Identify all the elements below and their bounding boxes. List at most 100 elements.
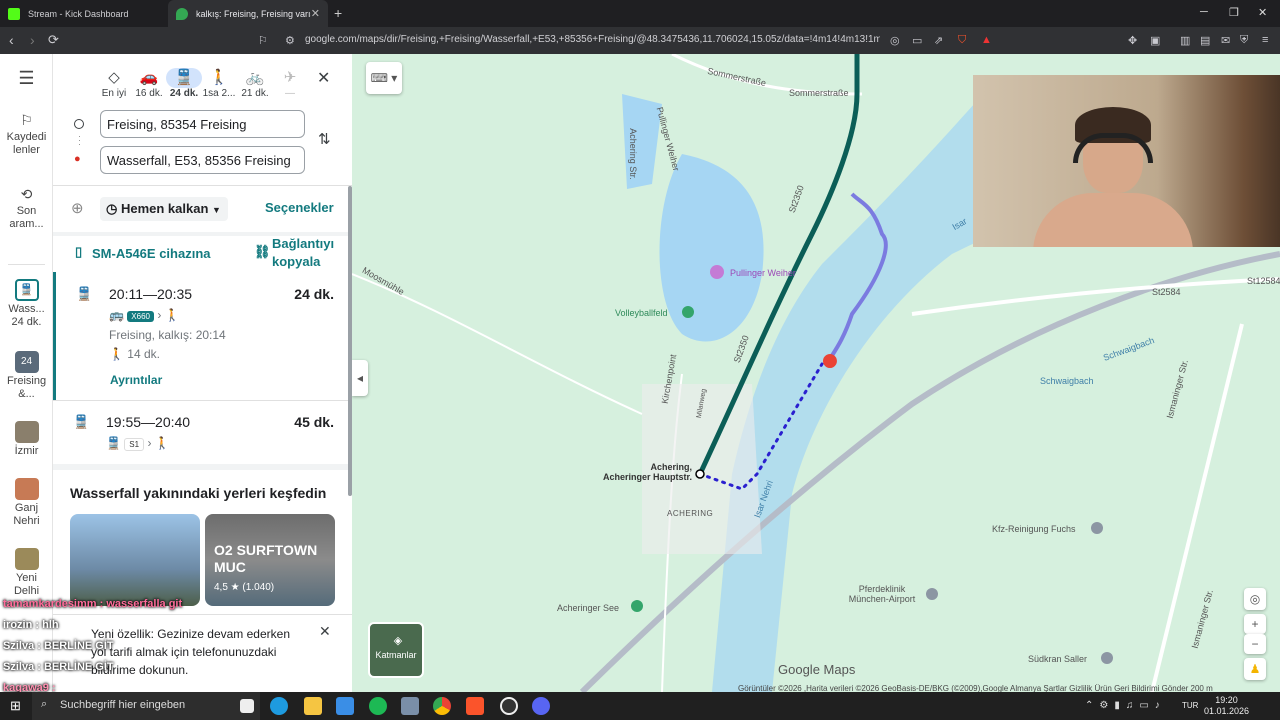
ganj-thumbnail xyxy=(14,478,39,500)
details-link[interactable]: Ayrıntılar xyxy=(110,373,162,387)
bookmark-icon[interactable]: ⚐ xyxy=(258,34,268,47)
divider xyxy=(53,464,352,470)
hamburger-menu-icon[interactable]: ☰ xyxy=(0,69,53,87)
close-window-icon[interactable]: ✕ xyxy=(1258,6,1267,19)
mode-driving[interactable]: 🚗 16 dk. xyxy=(131,68,167,99)
extensions-icon[interactable]: ✥ xyxy=(1128,34,1137,47)
mode-flight[interactable]: ✈ — xyxy=(272,68,308,99)
site-info-icon[interactable]: ⚙ xyxy=(285,34,295,47)
poi-see xyxy=(631,600,643,612)
feature-notice: Yeni özellik: Gezinize devam ederken yol… xyxy=(53,614,352,692)
mode-best[interactable]: ◇ En iyi xyxy=(96,68,132,99)
swap-icon[interactable]: ⇅ xyxy=(318,130,331,148)
route-option-2[interactable]: 🚆 19:55—20:40 45 dk. 🚆 S1 › 🚶 xyxy=(53,400,352,460)
layers-button[interactable]: ◈ Katmanlar xyxy=(368,622,424,678)
cast-icon[interactable]: ▭ xyxy=(912,34,922,47)
tab-kick-dashboard[interactable]: Stream - Kick Dashboard xyxy=(0,0,168,27)
windows-start-icon[interactable]: ⊞ xyxy=(10,698,21,714)
restore-icon[interactable]: ❐ xyxy=(1229,6,1239,19)
pegman-button[interactable]: ♟ xyxy=(1244,658,1266,680)
share-icon[interactable]: ⇗ xyxy=(934,34,943,47)
mode-walking[interactable]: 🚶 1sa 2... xyxy=(201,68,237,99)
brave-rewards-icon[interactable]: ▲ xyxy=(981,34,992,46)
collapse-panel-button[interactable]: ◂ xyxy=(352,360,368,396)
address-bar: ‹ › ⟳ ⚐ ⚙ google.com/maps/dir/Freising,+… xyxy=(0,27,1280,54)
map-label: Südkran Saller xyxy=(1028,654,1088,664)
tab-search-icon[interactable]: ▣ xyxy=(1150,34,1160,47)
close-notice-icon[interactable]: ✕ xyxy=(319,623,331,640)
calculator-icon[interactable] xyxy=(401,697,419,715)
mode-transit[interactable]: 🚆 24 dk. xyxy=(166,68,202,99)
rail-item-wasserfall[interactable]: 🚆 Wass... 24 dk. xyxy=(0,279,53,329)
language-indicator[interactable]: TUR xyxy=(1182,701,1198,710)
origin-stop-marker xyxy=(695,469,705,479)
file-explorer-icon[interactable] xyxy=(304,697,322,715)
copy-link-button[interactable]: Bağlantıyı xyxy=(272,236,334,251)
travel-mode-bar: ◇ En iyi 🚗 16 dk. 🚆 24 dk. 🚶 1sa 2... 🚲 … xyxy=(53,54,352,106)
shield-icon[interactable]: ⛨ xyxy=(1240,34,1248,47)
copy-link-button-line2[interactable]: kopyala xyxy=(272,254,320,269)
add-stop-icon[interactable]: ⊕ xyxy=(71,199,84,217)
rail-item-izmir[interactable]: İzmir xyxy=(0,421,53,458)
webcam-overlay xyxy=(973,75,1280,247)
kick-icon xyxy=(8,7,20,20)
place-card-waterfall[interactable] xyxy=(70,514,200,606)
zoom-out-button[interactable]: − xyxy=(1244,634,1266,654)
mode-label: 1sa 2... xyxy=(202,88,236,99)
spotify-icon[interactable] xyxy=(369,697,387,715)
sidebar-icon[interactable]: ▥ xyxy=(1180,34,1190,47)
rail-item-delhi[interactable]: Yeni Delhi xyxy=(0,548,53,598)
rail-label: Yeni xyxy=(15,572,37,584)
destination-input[interactable]: Wasserfall, E53, 85356 Freising xyxy=(100,146,305,174)
rail-item-ganj[interactable]: Ganj Nehri xyxy=(0,478,53,528)
menu-icon[interactable]: ≡ xyxy=(1262,34,1268,46)
minimize-icon[interactable]: ─ xyxy=(1200,6,1208,18)
close-directions-icon[interactable]: ✕ xyxy=(317,68,330,88)
send-to-device-link[interactable]: SM-A546E cihazına xyxy=(92,246,211,261)
taskbar-clock[interactable]: 19:20 01.01.2026 xyxy=(1204,695,1249,717)
rail-label: lenler xyxy=(13,144,40,156)
search-placeholder: Suchbegriff hier eingeben xyxy=(60,699,186,711)
depart-time-dropdown[interactable]: ◷ Hemen kalkan ▼ xyxy=(100,197,228,221)
location-icon[interactable]: ◎ xyxy=(890,34,900,47)
origin-input[interactable]: Freising, 85354 Freising xyxy=(100,110,305,138)
discord-icon[interactable] xyxy=(532,697,550,715)
route-legs: 🚌 X660 › 🚶 xyxy=(109,308,180,322)
task-view-icon[interactable] xyxy=(240,699,254,713)
my-location-button[interactable]: ◎ xyxy=(1244,588,1266,610)
edge-icon[interactable] xyxy=(270,697,288,715)
layers-icon: ◈ xyxy=(393,635,403,647)
brave-shield-icon[interactable]: ⛉ xyxy=(958,34,966,47)
vpn-icon[interactable]: ✉ xyxy=(1221,34,1230,47)
new-tab-button[interactable]: + xyxy=(334,5,342,21)
options-button[interactable]: Seçenekler xyxy=(265,200,334,215)
poi-volley xyxy=(682,306,694,318)
wallet-icon[interactable]: ▤ xyxy=(1200,34,1210,47)
rail-item-saved[interactable]: ⚐ Kaydedi lenler xyxy=(0,113,53,157)
keyboard-shortcuts-button[interactable]: ⌨ ▾ xyxy=(366,62,402,94)
explore-heading: Wasserfall yakınındaki yerleri keşfedin xyxy=(70,485,327,501)
mode-label: En iyi xyxy=(101,88,127,99)
mode-label: 16 dk. xyxy=(135,88,163,99)
chrome-icon[interactable] xyxy=(433,697,451,715)
obs-icon[interactable] xyxy=(500,697,518,715)
reload-icon[interactable]: ⟳ xyxy=(48,32,59,48)
taskbar-search[interactable]: ⌕ Suchbegriff hier eingeben xyxy=(32,692,260,720)
train-icon: 🚆 xyxy=(106,436,121,450)
store-icon[interactable] xyxy=(336,697,354,715)
map-label: ACHERING xyxy=(667,509,714,518)
url-field[interactable]: google.com/maps/dir/Freising,+Freising/W… xyxy=(305,34,880,45)
tab-google-maps[interactable]: kalkış: Freising, Freising varış: Wa ✕ xyxy=(168,0,328,27)
brave-icon[interactable] xyxy=(466,697,484,715)
forward-icon[interactable]: › xyxy=(30,32,35,48)
train-icon: 🚆 xyxy=(76,286,93,301)
route-option-1[interactable]: 🚆 20:11—20:35 24 dk. 🚌 X660 › 🚶 Freising… xyxy=(53,272,352,400)
close-tab-icon[interactable]: ✕ xyxy=(311,7,320,20)
zoom-in-button[interactable]: + xyxy=(1244,614,1266,634)
back-icon[interactable]: ‹ xyxy=(9,32,14,48)
mode-cycling[interactable]: 🚲 21 dk. xyxy=(237,68,273,99)
tray-icons[interactable]: ⌃⚙▮♫▭♪ xyxy=(1085,700,1166,711)
rail-item-recent[interactable]: ⟲ Son aram... xyxy=(0,187,53,231)
rail-item-freising[interactable]: 24 Freising &... xyxy=(0,351,53,401)
place-card-surftown[interactable]: O2 SURFTOWN MUC 4,5 ★ (1.040) xyxy=(205,514,335,606)
